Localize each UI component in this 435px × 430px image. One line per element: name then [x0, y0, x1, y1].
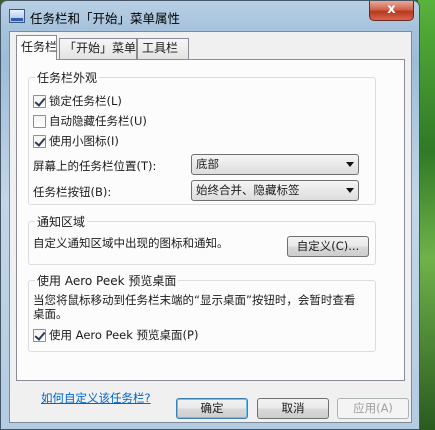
taskbar-buttons-value: 始终合并、隐藏标签: [196, 183, 300, 197]
location-label: 屏幕上的任务栏位置(T):: [33, 159, 157, 173]
close-button[interactable]: x: [369, 1, 414, 21]
small-icons-option[interactable]: 使用小图标(I): [33, 133, 119, 149]
auto-hide-label: 自动隐藏任务栏(U): [49, 114, 147, 128]
desktop-background: [418, 0, 435, 430]
taskbar-buttons-label: 任务栏按钮(B):: [33, 185, 112, 199]
tab-start-menu[interactable]: 「开始」菜单: [59, 38, 137, 59]
aero-peek-option[interactable]: 使用 Aero Peek 预览桌面(P): [33, 327, 198, 343]
taskbar-location-value: 底部: [196, 157, 219, 171]
auto-hide-option[interactable]: 自动隐藏任务栏(U): [33, 113, 147, 129]
title-bar[interactable]: 任务栏和「开始」菜单属性 x: [1, 1, 419, 31]
taskbar-location-select[interactable]: 底部: [191, 154, 359, 175]
aero-peek-legend: 使用 Aero Peek 预览桌面: [35, 272, 179, 289]
window-title: 任务栏和「开始」菜单属性: [30, 11, 181, 26]
lock-taskbar-option[interactable]: 锁定任务栏(L): [33, 93, 122, 109]
cancel-button[interactable]: 取消: [257, 398, 329, 419]
appearance-legend: 任务栏外观: [35, 69, 100, 86]
ok-button[interactable]: 确定: [176, 398, 248, 419]
tab-taskbar[interactable]: 任务栏: [16, 35, 57, 60]
lock-taskbar-label: 锁定任务栏(L): [49, 94, 122, 108]
small-icons-label: 使用小图标(I): [49, 134, 119, 148]
auto-hide-checkbox[interactable]: [33, 114, 46, 128]
appearance-group: 任务栏外观 锁定任务栏(L) 自动隐藏任务栏(U) 使用小图标(I) 屏幕上的任…: [28, 69, 376, 205]
small-icons-checkbox[interactable]: [33, 134, 46, 148]
aero-peek-label: 使用 Aero Peek 预览桌面(P): [49, 328, 199, 342]
dialog-window: 任务栏和「开始」菜单属性 x 任务栏 「开始」菜单 工具栏 任务栏外观 锁定任务…: [0, 0, 420, 430]
notification-description: 自定义通知区域中出现的图标和通知。: [33, 236, 229, 250]
aero-peek-group: 使用 Aero Peek 预览桌面 当您将鼠标移动到任务栏末端的“显示桌面”按钮…: [28, 272, 376, 352]
apply-button[interactable]: 应用(A): [337, 398, 409, 419]
aero-peek-checkbox[interactable]: [33, 328, 46, 342]
notification-group: 通知区域 自定义通知区域中出现的图标和通知。 自定义(C)...: [28, 213, 376, 265]
client-area: 任务栏 「开始」菜单 工具栏 任务栏外观 锁定任务栏(L) 自动隐藏任务栏(U)…: [9, 31, 412, 423]
aero-peek-description: 当您将鼠标移动到任务栏末端的“显示桌面”按钮时，会暂时查看桌面。: [33, 293, 356, 321]
notification-legend: 通知区域: [35, 213, 88, 230]
tab-panel-taskbar: 任务栏外观 锁定任务栏(L) 自动隐藏任务栏(U) 使用小图标(I) 屏幕上的任…: [16, 59, 405, 381]
taskbar-buttons-select[interactable]: 始终合并、隐藏标签: [191, 180, 359, 201]
taskbar-properties-icon: [9, 9, 25, 23]
customize-taskbar-help-link[interactable]: 如何自定义该任务栏?: [41, 390, 151, 406]
chevron-down-icon: [346, 162, 354, 167]
customize-notification-button[interactable]: 自定义(C)...: [287, 236, 369, 257]
chevron-down-icon: [346, 188, 354, 193]
tab-toolbars[interactable]: 工具栏: [137, 38, 189, 59]
lock-taskbar-checkbox[interactable]: [33, 94, 46, 108]
